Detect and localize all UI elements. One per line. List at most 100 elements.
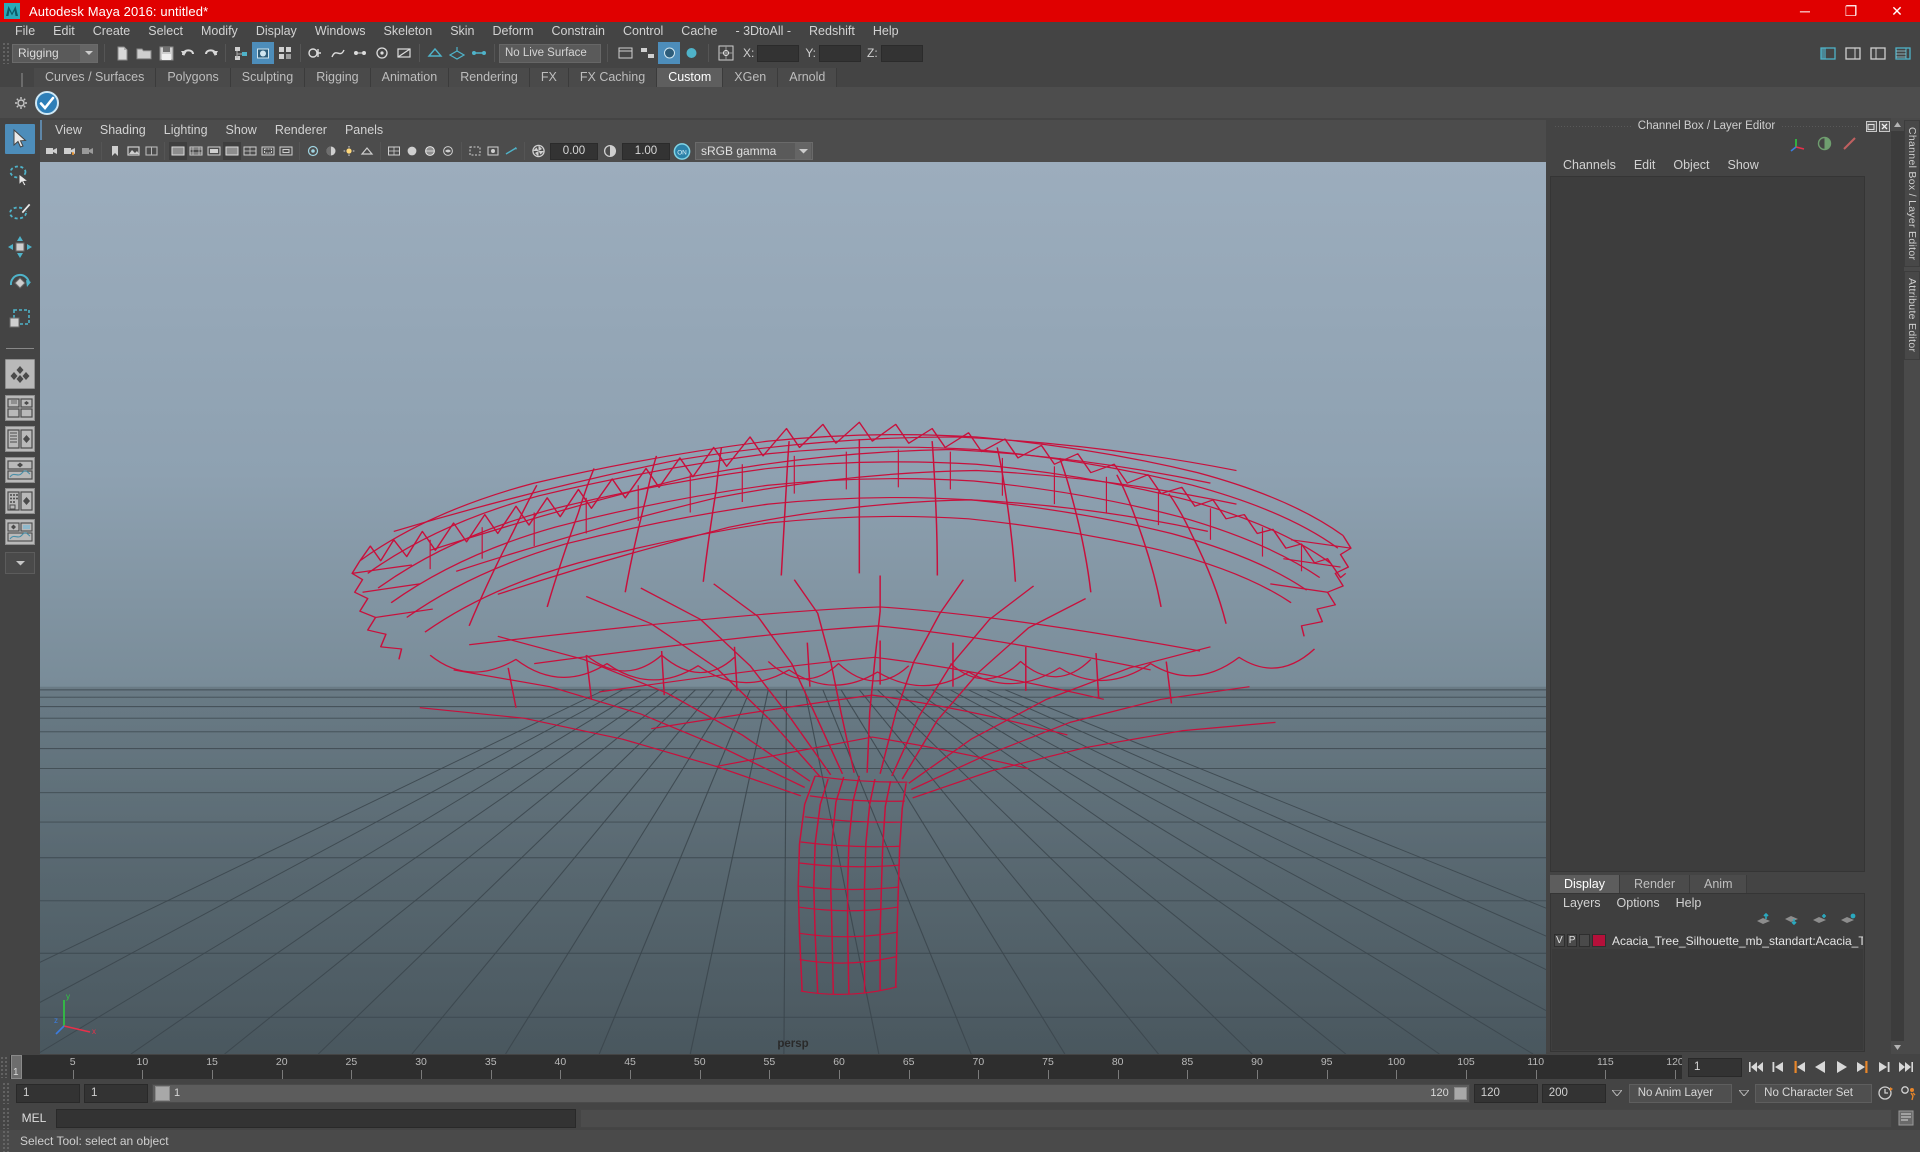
gamma-field[interactable]: 1.00 — [622, 142, 670, 160]
channelbox-menu-object[interactable]: Object — [1664, 158, 1718, 172]
shelf-tab-arnold[interactable]: Arnold — [778, 68, 838, 87]
move-layer-up-button[interactable] — [1756, 912, 1772, 929]
animation-preferences-icon[interactable] — [1899, 1084, 1918, 1103]
select-by-object-icon[interactable] — [252, 42, 274, 64]
slash-icon[interactable] — [1842, 136, 1857, 154]
shelf-tab-polygons[interactable]: Polygons — [156, 68, 231, 87]
redo-icon[interactable] — [199, 42, 221, 64]
layer-visibility-toggle[interactable]: V — [1554, 934, 1565, 947]
channelbox-attribute-list[interactable] — [1550, 176, 1865, 872]
tool-settings-icon[interactable] — [1867, 42, 1889, 64]
smooth-wireframe-icon[interactable] — [421, 142, 439, 160]
new-scene-icon[interactable] — [111, 42, 133, 64]
shelf-tab-fx-caching[interactable]: FX Caching — [568, 68, 658, 87]
attribute-editor-icon[interactable] — [1842, 42, 1864, 64]
move-layer-down-button[interactable] — [1784, 913, 1800, 929]
xray-toggle-icon[interactable] — [304, 142, 322, 160]
playback-range-bar[interactable]: 1 120 — [152, 1083, 1470, 1103]
new-layer-button[interactable] — [1812, 913, 1828, 929]
minimize-button[interactable]: ─ — [1782, 0, 1828, 22]
select-tool[interactable] — [5, 124, 35, 154]
layer-row[interactable]: V P Acacia_Tree_Silhouette_mb_standart:A… — [1552, 932, 1863, 949]
tab-anim[interactable]: Anim — [1690, 875, 1748, 893]
wireframe-shading-icon[interactable] — [385, 142, 403, 160]
four-view-layout[interactable] — [5, 395, 35, 421]
shelf-tab-xgen[interactable]: XGen — [723, 68, 779, 87]
contrast-icon[interactable] — [601, 142, 619, 160]
channelbox-menu-show[interactable]: Show — [1719, 158, 1768, 172]
resolution-gate-icon[interactable] — [205, 142, 223, 160]
z-coord-field[interactable] — [880, 44, 923, 62]
bookmark-icon[interactable] — [106, 142, 124, 160]
step-forward-frame-button[interactable] — [1853, 1058, 1872, 1077]
channel-box-icon[interactable] — [1892, 42, 1914, 64]
grid-toggle-icon[interactable] — [169, 142, 187, 160]
layer-name[interactable]: Acacia_Tree_Silhouette_mb_standart:Acaci… — [1612, 934, 1863, 948]
move-manipulator-icon[interactable] — [1790, 136, 1807, 155]
script-editor-icon[interactable] — [1895, 1108, 1917, 1128]
undo-icon[interactable] — [177, 42, 199, 64]
xray-joints-icon[interactable] — [484, 142, 502, 160]
menu-skin[interactable]: Skin — [441, 22, 483, 40]
layer-menu-help[interactable]: Help — [1668, 896, 1710, 910]
range-right-handle[interactable] — [1453, 1086, 1467, 1100]
select-by-hierarchy-icon[interactable] — [230, 42, 252, 64]
save-scene-icon[interactable] — [155, 42, 177, 64]
menu-windows[interactable]: Windows — [306, 22, 375, 40]
menu-display[interactable]: Display — [247, 22, 306, 40]
auto-keyframe-icon[interactable] — [1876, 1084, 1895, 1103]
time-slider-playhead[interactable]: 1 — [11, 1055, 22, 1079]
outliner-persp-layout[interactable] — [5, 426, 35, 452]
blue-check-shelf-icon[interactable] — [32, 89, 62, 117]
range-left-handle[interactable] — [155, 1085, 170, 1101]
field-chart-icon[interactable] — [241, 142, 259, 160]
go-to-start-button[interactable] — [1748, 1058, 1767, 1077]
step-back-frame-button[interactable] — [1790, 1058, 1809, 1077]
open-hypergraph-icon[interactable] — [636, 42, 658, 64]
panel-scrollbar[interactable] — [1891, 118, 1904, 1054]
menu-edit[interactable]: Edit — [44, 22, 84, 40]
close-button[interactable]: ✕ — [1874, 0, 1920, 22]
menu-create[interactable]: Create — [84, 22, 140, 40]
new-layer-from-selected-button[interactable] — [1840, 913, 1856, 929]
shelf-tab-rigging[interactable]: Rigging — [305, 68, 371, 87]
persp-graph-layout[interactable] — [5, 457, 35, 483]
range-end-field[interactable]: 120 — [1473, 1083, 1538, 1103]
x-coord-field[interactable] — [757, 44, 800, 62]
side-tab-attribute-editor[interactable]: Attribute Editor — [1904, 271, 1920, 360]
play-backwards-button[interactable] — [1811, 1058, 1830, 1077]
shelf-tab-animation[interactable]: Animation — [370, 68, 450, 87]
lock-camera-icon[interactable] — [61, 142, 79, 160]
command-language-label[interactable]: MEL — [12, 1111, 56, 1125]
layer-menu-layers[interactable]: Layers — [1555, 896, 1609, 910]
safe-action-icon[interactable] — [259, 142, 277, 160]
step-back-key-button[interactable] — [1769, 1058, 1788, 1077]
smooth-shading-icon[interactable] — [403, 142, 421, 160]
rotate-tool[interactable] — [5, 268, 35, 298]
make-live-icon[interactable] — [424, 42, 446, 64]
view-transform-icon[interactable] — [502, 142, 520, 160]
safe-title-icon[interactable] — [277, 142, 295, 160]
shelf-grip[interactable] — [12, 73, 34, 87]
menu-control[interactable]: Control — [614, 22, 672, 40]
channelbox-menu-channels[interactable]: Channels — [1554, 158, 1625, 172]
channelbox-menu-edit[interactable]: Edit — [1625, 158, 1665, 172]
open-attribute-editor-icon[interactable] — [658, 42, 680, 64]
anim-layer-selector[interactable]: No Anim Layer — [1628, 1083, 1733, 1103]
shelf-tab-fx[interactable]: FX — [529, 68, 569, 87]
construction-plane-icon[interactable] — [446, 42, 468, 64]
layer-list[interactable]: V P Acacia_Tree_Silhouette_mb_standart:A… — [1552, 932, 1863, 1050]
shelf-tab-rendering[interactable]: Rendering — [449, 68, 530, 87]
film-gate-icon[interactable] — [187, 142, 205, 160]
hypershade-persp-layout[interactable] — [5, 488, 35, 514]
menu-constrain[interactable]: Constrain — [543, 22, 615, 40]
image-plane-icon[interactable] — [124, 142, 142, 160]
shelf-options-gear-icon[interactable] — [10, 92, 32, 114]
viewport-menu-show[interactable]: Show — [217, 123, 266, 137]
viewport-menu-panels[interactable]: Panels — [336, 123, 392, 137]
light-toggle-icon[interactable] — [340, 142, 358, 160]
undock-icon[interactable] — [1865, 120, 1878, 133]
snap-to-grid-icon[interactable] — [305, 42, 327, 64]
snap-to-view-plane-icon[interactable] — [393, 42, 415, 64]
anim-start-field[interactable]: 1 — [16, 1083, 80, 1103]
